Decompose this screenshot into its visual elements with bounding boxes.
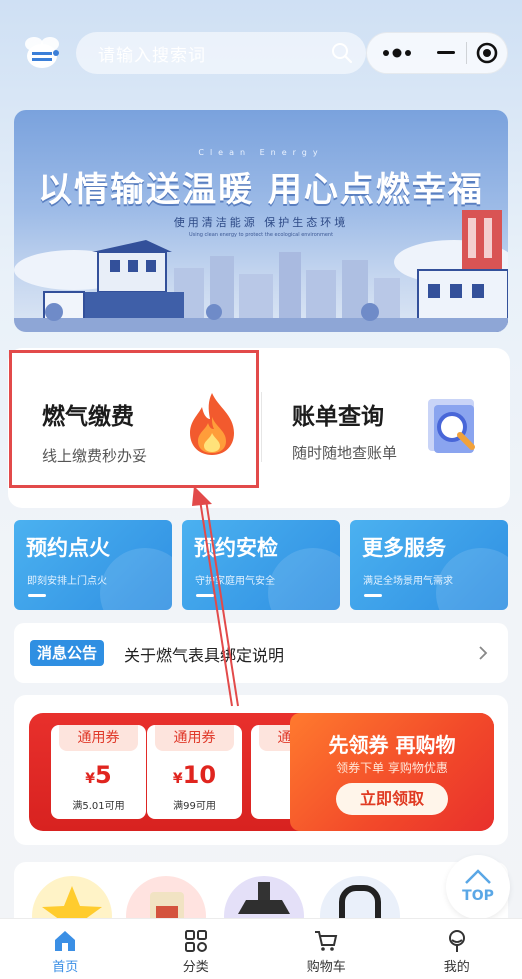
coupon-value: 5	[95, 761, 112, 789]
tile-ignition[interactable]: 预约点火 即刻安排上门点火	[14, 520, 172, 610]
bill-search-icon	[428, 399, 475, 453]
tab-cart[interactable]: 购物车	[261, 919, 392, 979]
coupon-currency: ¥	[172, 771, 183, 787]
city-skyline-illustration	[14, 210, 508, 332]
tile-desc: 满足全场景用气需求	[363, 576, 453, 587]
tab-label: 我的	[443, 960, 470, 975]
search-placeholder: 请输入搜索词	[98, 45, 206, 66]
tile-safety-check[interactable]: 预约安检 守护家庭用气安全	[182, 520, 340, 610]
back-to-top-button[interactable]: TOP	[446, 855, 510, 919]
tile-title: 预约安检	[194, 536, 278, 560]
tab-home[interactable]: 首页	[0, 919, 131, 979]
coupon-card[interactable]: 通用券 ¥5 满5.01可用	[51, 725, 146, 819]
close-target-icon[interactable]	[467, 33, 507, 73]
chevron-right-icon	[479, 646, 488, 660]
tab-category[interactable]: 分类	[131, 919, 262, 979]
coupon-currency: ¥	[85, 771, 96, 787]
product-water-heater-item[interactable]	[320, 876, 400, 922]
coupon-value: 10	[182, 761, 217, 789]
header: 请输入搜索词	[0, 0, 522, 100]
miniprogram-capsule	[366, 32, 508, 74]
card-divider	[261, 392, 262, 462]
tile-desc: 守护家庭用气安全	[195, 576, 275, 587]
claim-coupon-button[interactable]: 立即领取	[336, 783, 448, 815]
coupon-amount: ¥5	[51, 761, 146, 789]
tab-label: 购物车	[306, 960, 346, 975]
more-dots-icon[interactable]	[367, 33, 427, 73]
range-hood-icon	[238, 882, 290, 914]
tile-decoration	[268, 548, 340, 610]
notice-tag: 消息公告	[30, 640, 105, 666]
grid-icon	[184, 930, 207, 952]
star-icon	[42, 886, 102, 922]
tile-bar	[196, 594, 214, 597]
coupon-condition: 满99可用	[173, 801, 216, 812]
tile-decoration	[100, 548, 172, 610]
coupon-label: 通用券	[59, 725, 138, 751]
bill-query-title: 账单查询	[292, 404, 384, 430]
tab-label: 首页	[52, 960, 79, 975]
tile-title: 更多服务	[362, 536, 446, 560]
bee-logo-icon	[25, 37, 59, 68]
banner-english: Clean Energy	[198, 148, 324, 157]
rice-bag-icon	[150, 892, 184, 922]
product-star-item[interactable]	[32, 876, 112, 922]
house-up-icon	[465, 869, 491, 884]
product-rice-bag-item[interactable]	[126, 876, 206, 922]
notice-bar[interactable]: 消息公告 关于燃气表具绑定说明	[14, 623, 508, 683]
cart-icon	[315, 931, 338, 951]
tile-more-services[interactable]: 更多服务 满足全场景用气需求	[350, 520, 508, 610]
coupon-condition: 满5.01可用	[72, 801, 125, 812]
gas-payment-entry[interactable]: 燃气缴费 线上缴费秒办妥	[9, 350, 259, 488]
product-strip	[14, 862, 508, 922]
top-label: TOP	[462, 888, 494, 904]
search-icon[interactable]	[330, 41, 354, 65]
home-icon	[55, 931, 76, 951]
product-range-hood-item[interactable]	[224, 876, 304, 922]
flame-icon	[190, 393, 234, 455]
user-icon	[448, 930, 465, 952]
tab-bar: 首页 分类 购物车 我的	[0, 918, 522, 979]
coupon-promo: 先领券 再购物 领券下单 享购物优惠 立即领取	[290, 713, 494, 831]
banner[interactable]: Clean Energy 以情输送温暖 用心点燃幸福 使用清洁能源 保护生态环境…	[14, 110, 508, 332]
tab-profile[interactable]: 我的	[392, 919, 522, 979]
coupon-card[interactable]: 通用券 ¥10 满99可用	[147, 725, 242, 819]
bill-query-desc: 随时随地查账单	[292, 444, 398, 462]
notice-text: 关于燃气表具绑定说明	[124, 646, 285, 665]
coupon-banner: 通用券 ¥5 满5.01可用 通用券 ¥10 满99可用 通用券 先领券 再购物…	[29, 713, 494, 831]
coupon-promo-headline: 先领券 再购物	[328, 733, 456, 757]
tab-label: 分类	[182, 960, 209, 975]
water-heater-icon	[339, 885, 381, 922]
minimize-icon[interactable]	[427, 33, 467, 73]
search-bar[interactable]: 请输入搜索词	[76, 32, 366, 74]
gas-payment-desc: 线上缴费秒办妥	[42, 447, 148, 465]
tile-bar	[364, 594, 382, 597]
coupon-promo-sub: 领券下单 享购物优惠	[336, 761, 448, 775]
tile-desc: 即刻安排上门点火	[27, 576, 107, 587]
tile-title: 预约点火	[26, 536, 110, 560]
tile-bar	[28, 594, 46, 597]
coupon-label: 通用券	[155, 725, 234, 751]
coupon-amount: ¥10	[147, 761, 242, 789]
gas-payment-title: 燃气缴费	[42, 404, 134, 430]
